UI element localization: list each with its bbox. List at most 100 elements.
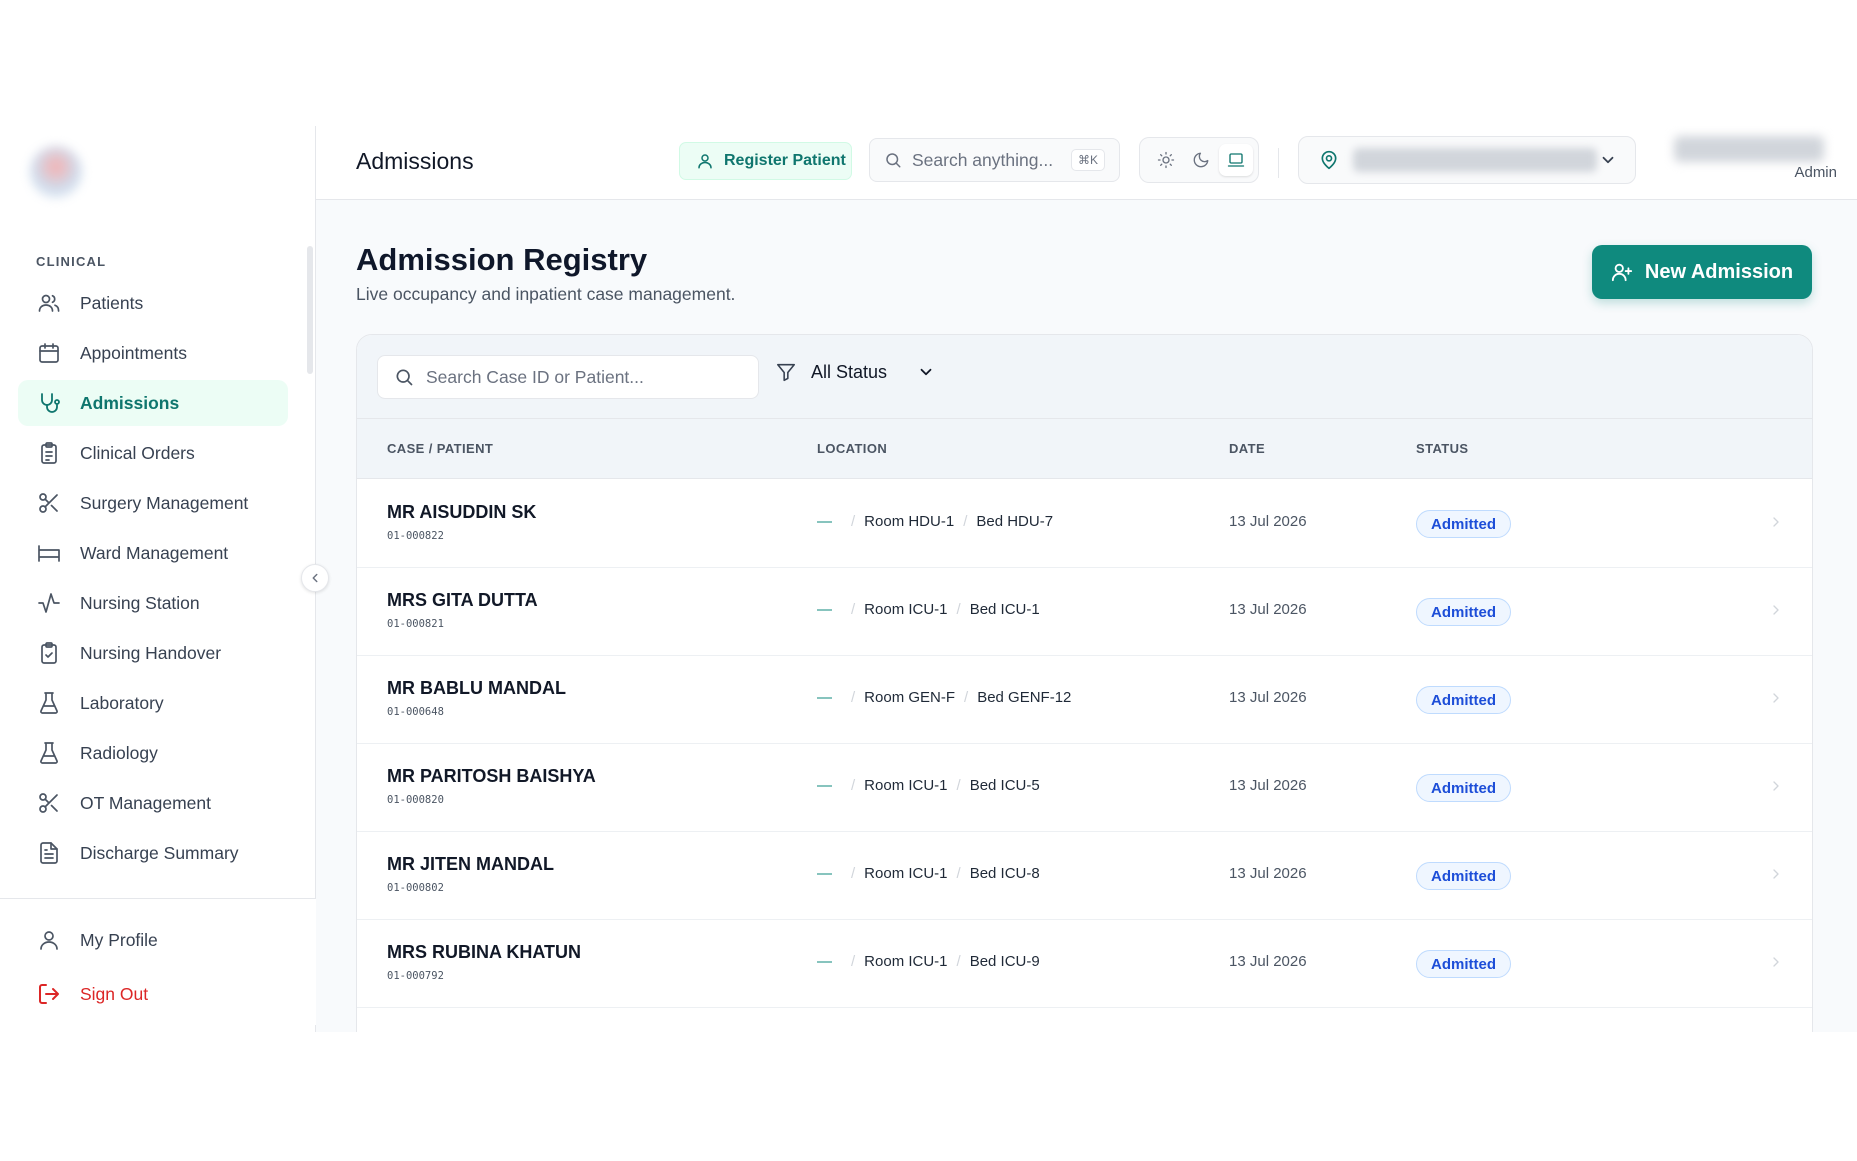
- patient-name: MRS RUBINA KHATUN: [387, 942, 581, 962]
- sidebar-item-laboratory[interactable]: Laboratory: [18, 680, 288, 726]
- separator: /: [956, 953, 961, 970]
- search-icon: [394, 367, 414, 387]
- light-theme-button[interactable]: [1149, 144, 1183, 176]
- chevron-right-icon: [1768, 514, 1784, 535]
- sidebar-item-label: OT Management: [80, 792, 211, 813]
- sidebar-item-nursing-handover[interactable]: Nursing Handover: [18, 630, 288, 676]
- location-cell: — / Room HDU-1 / Bed HDU-7: [817, 513, 1053, 530]
- clipboard-check-icon: [36, 640, 62, 666]
- page-subtitle: Live occupancy and inpatient case manage…: [356, 284, 736, 304]
- admission-date: 13 Jul 2026: [1229, 513, 1307, 530]
- case-id: 01-000822: [387, 530, 444, 542]
- system-theme-button[interactable]: [1219, 144, 1253, 176]
- theme-switcher: [1139, 137, 1259, 183]
- admission-date: 13 Jul 2026: [1229, 601, 1307, 618]
- file-text-icon: [36, 840, 62, 866]
- global-search-input[interactable]: Search anything... ⌘K: [869, 138, 1120, 182]
- bed-label: Bed ICU-9: [969, 953, 1040, 970]
- sidebar-item-patients[interactable]: Patients: [18, 280, 288, 326]
- sidebar-section-label: CLINICAL: [36, 254, 107, 269]
- separator: /: [964, 689, 969, 706]
- case-id: 01-000802: [387, 882, 444, 894]
- dark-theme-button[interactable]: [1184, 144, 1218, 176]
- chevron-right-icon: [1768, 954, 1784, 975]
- table-header: CASE / PATIENT LOCATION DATE STATUS: [357, 419, 1812, 479]
- status-badge: Admitted: [1416, 598, 1511, 626]
- admission-date: 13 Jul 2026: [1229, 865, 1307, 882]
- sidebar-item-ot-management[interactable]: OT Management: [18, 780, 288, 826]
- chevron-right-icon: [1768, 690, 1784, 711]
- sidebar-item-label: Surgery Management: [80, 492, 249, 513]
- room-label: Room ICU-1: [864, 601, 948, 618]
- bed-label: Bed GENF-12: [977, 689, 1072, 706]
- table-row[interactable]: MR PARITOSH BAISHYA 01-000820 — / Room ICU-1…: [357, 744, 1812, 832]
- sidebar-item-label: Clinical Orders: [80, 442, 195, 463]
- room-label: Room HDU-1: [864, 513, 955, 530]
- patient-name: MR GAGAN KR. SARKAR: [387, 1030, 605, 1032]
- user-icon: [696, 152, 714, 170]
- ward-placeholder: —: [817, 777, 832, 794]
- status-badge: Admitted: [1416, 686, 1511, 714]
- my-profile-link[interactable]: My Profile: [18, 917, 298, 963]
- location-cell: — / Room ICU-1 / Bed ICU-1: [817, 601, 1040, 618]
- status-filter-value: All Status: [811, 361, 888, 382]
- room-label: Room ICU-1: [864, 865, 948, 882]
- sidebar-item-nursing-station[interactable]: Nursing Station: [18, 580, 288, 626]
- column-header-date: DATE: [1229, 441, 1266, 456]
- case-id: 01-000792: [387, 970, 444, 982]
- column-header-location: LOCATION: [817, 441, 888, 456]
- table-row[interactable]: MR BABLU MANDAL 01-000648 — / Room GEN-F / Bed…: [357, 656, 1812, 744]
- user-plus-icon: [1611, 261, 1633, 283]
- global-search-placeholder: Search anything...: [912, 149, 1054, 170]
- sidebar-item-ward-management[interactable]: Ward Management: [18, 530, 288, 576]
- separator: /: [956, 777, 961, 794]
- room-label: Room GEN-F: [864, 689, 956, 706]
- case-search-input[interactable]: Search Case ID or Patient...: [377, 355, 759, 399]
- sidebar-scrollbar[interactable]: [307, 246, 313, 374]
- status-badge: Admitted: [1416, 774, 1511, 802]
- location-cell: — / Room ICU-1 / Bed ICU-5: [817, 777, 1040, 794]
- sidebar-collapse-button[interactable]: [301, 564, 329, 592]
- separator: /: [851, 865, 856, 882]
- table-row[interactable]: MR AISUDDIN SK 01-000822 — / Room HDU-1 / Bed …: [357, 480, 1812, 568]
- separator: /: [851, 513, 856, 530]
- chevron-left-icon: [312, 573, 318, 583]
- table-row[interactable]: MR GAGAN KR. SARKAR: [357, 1008, 1812, 1032]
- sidebar-item-admissions[interactable]: Admissions: [18, 380, 288, 426]
- page-title: Admission Registry: [356, 242, 648, 277]
- sidebar-item-appointments[interactable]: Appointments: [18, 330, 288, 376]
- sidebar-item-surgery-management[interactable]: Surgery Management: [18, 480, 288, 526]
- page-header-title: Admissions: [356, 148, 474, 174]
- sidebar: CLINICAL Patients Appointments Admission…: [0, 126, 316, 1032]
- table-row[interactable]: MR JITEN MANDAL 01-000802 — / Room ICU-1 / Bed…: [357, 832, 1812, 920]
- separator: /: [851, 689, 856, 706]
- bed-label: Bed ICU-5: [969, 777, 1040, 794]
- location-selector[interactable]: [1298, 136, 1636, 184]
- sidebar-item-radiology[interactable]: Radiology: [18, 730, 288, 776]
- flask-icon: [36, 690, 62, 716]
- new-admission-label: New Admission: [1644, 260, 1794, 283]
- ward-placeholder: —: [817, 601, 832, 618]
- location-cell: — / Room ICU-1 / Bed ICU-8: [817, 865, 1040, 882]
- sidebar-item-clinical-orders[interactable]: Clinical Orders: [18, 430, 288, 476]
- user-name-redacted[interactable]: [1674, 136, 1824, 162]
- sign-out-button[interactable]: Sign Out: [18, 971, 298, 1017]
- table-row[interactable]: MRS RUBINA KHATUN 01-000792 — / Room ICU-1 / B…: [357, 920, 1812, 1008]
- my-profile-label: My Profile: [80, 929, 158, 950]
- clipboard-icon: [36, 440, 62, 466]
- sidebar-item-label: Ward Management: [80, 542, 229, 563]
- sidebar-item-discharge-summary[interactable]: Discharge Summary: [18, 830, 288, 876]
- separator: /: [963, 513, 968, 530]
- sidebar-item-label: Nursing Handover: [80, 642, 222, 663]
- sidebar-item-label: Appointments: [80, 342, 188, 363]
- flask-icon: [36, 740, 62, 766]
- table-row[interactable]: MRS GITA DUTTA 01-000821 — / Room ICU-1 / Bed …: [357, 568, 1812, 656]
- stethoscope-icon: [36, 390, 62, 416]
- register-patient-button[interactable]: Register Patient: [679, 142, 852, 180]
- chevron-down-icon: [920, 368, 932, 376]
- sidebar-item-label: Discharge Summary: [80, 842, 239, 863]
- new-admission-button[interactable]: New Admission: [1592, 245, 1812, 299]
- chevron-right-icon: [1768, 866, 1784, 887]
- status-filter-dropdown[interactable]: All Status: [775, 361, 935, 383]
- ward-placeholder: —: [817, 689, 832, 706]
